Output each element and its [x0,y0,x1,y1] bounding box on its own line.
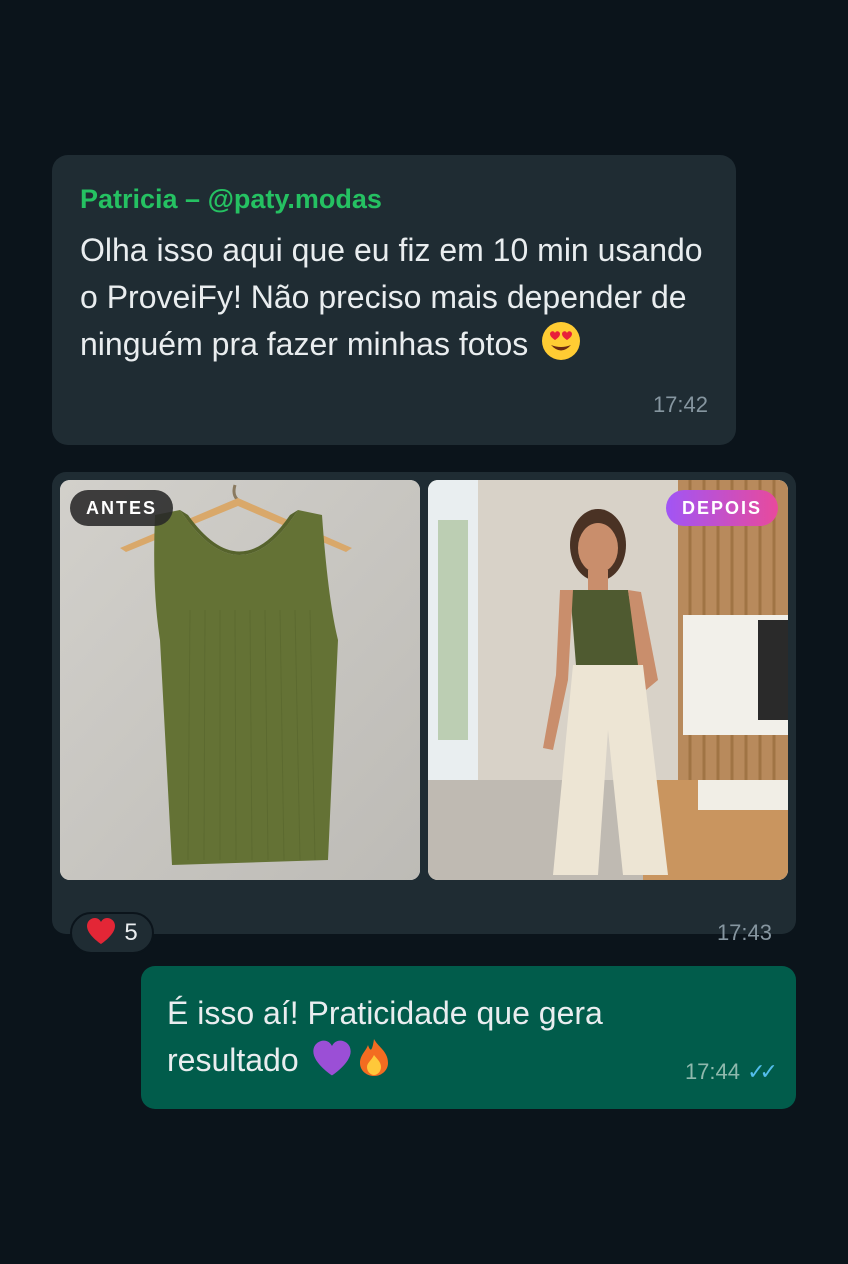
after-tag: DEPOIS [665,490,778,526]
message-text: É isso aí! Praticidade que gera resultad… [167,990,687,1090]
model-wearing-tank-top-image [428,480,788,880]
before-photo[interactable]: ANTES [60,480,420,880]
incoming-image-bubble[interactable]: ANTES DEPOIS 17:43 [52,472,796,945]
fire-icon [356,1037,392,1090]
purple-heart-icon [312,1039,352,1090]
sender-name[interactable]: Patricia – @paty.modas [80,183,708,215]
reaction-badge[interactable]: 5 [70,912,154,954]
incoming-message-bubble[interactable]: Patricia – @paty.modas Olha isso aqui qu… [52,155,736,445]
message-text: Olha isso aqui que eu fiz em 10 min usan… [80,227,710,374]
message-body: Olha isso aqui que eu fiz em 10 min usan… [80,232,703,362]
before-tag: ANTES [70,490,174,526]
read-receipt-icon: ✓✓ [747,1059,778,1084]
reaction-count: 5 [124,919,138,946]
after-photo[interactable]: DEPOIS [428,480,788,880]
message-time: 17:42 [652,392,708,417]
chat-view: Patricia – @paty.modas Olha isso aqui qu… [0,0,848,1264]
red-heart-icon [86,917,116,950]
message-time: 17:44 [684,1059,740,1084]
tank-top-on-hanger-image [60,480,420,880]
message-time: 17:43 [716,920,772,945]
heart-eyes-emoji-icon [541,321,581,374]
outgoing-message-bubble[interactable]: É isso aí! Praticidade que gera resultad… [141,966,796,1109]
